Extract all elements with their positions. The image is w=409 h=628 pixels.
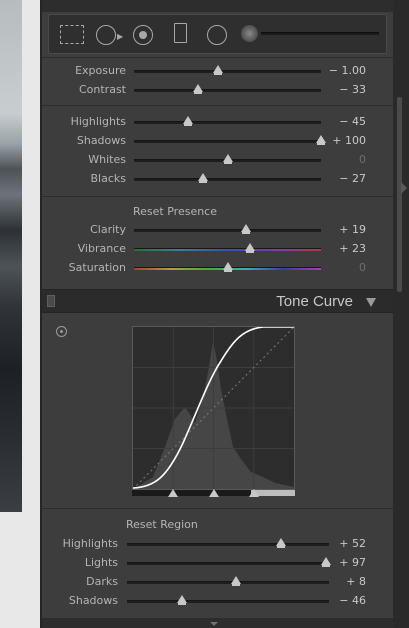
tone-curve-header[interactable]: Tone Curve bbox=[42, 289, 393, 313]
slider-row-vibrance: Vibrance + 23 bbox=[42, 240, 393, 258]
photo-border bbox=[22, 0, 40, 512]
red-eye-icon[interactable] bbox=[133, 25, 153, 45]
slider-label: Clarity bbox=[90, 223, 126, 236]
slider-track[interactable] bbox=[127, 543, 329, 546]
crop-overlay-icon[interactable] bbox=[60, 25, 84, 44]
slider-value[interactable]: + 100 bbox=[332, 134, 366, 147]
scrollbar-thumb[interactable] bbox=[397, 97, 402, 292]
slider-label: Shadows bbox=[76, 134, 126, 147]
slider-value[interactable]: + 23 bbox=[339, 242, 366, 255]
scroll-down-icon[interactable] bbox=[210, 622, 218, 626]
slider-track[interactable] bbox=[134, 89, 321, 92]
curve-svg bbox=[132, 326, 295, 490]
divider bbox=[42, 57, 393, 58]
slider-row-exposure: Exposure − 1.00 bbox=[42, 62, 393, 80]
slider-row-highlights: Highlights + 52 bbox=[42, 535, 393, 553]
slider-track[interactable] bbox=[134, 178, 321, 181]
slider-thumb[interactable] bbox=[222, 262, 233, 272]
slider-value[interactable]: + 19 bbox=[339, 223, 366, 236]
slider-thumb[interactable] bbox=[275, 538, 286, 548]
slider-row-blacks: Blacks − 27 bbox=[42, 170, 393, 188]
brush-size-slider[interactable] bbox=[261, 32, 379, 35]
slider-value[interactable]: − 1.00 bbox=[329, 64, 366, 77]
slider-label: Saturation bbox=[68, 261, 126, 274]
collapse-arrow-icon[interactable] bbox=[366, 298, 376, 307]
slider-thumb[interactable] bbox=[241, 224, 252, 234]
slider-row-saturation: Saturation 0 bbox=[42, 259, 393, 277]
slider-track[interactable] bbox=[127, 581, 329, 584]
develop-panel: ▶ Exposure − 1.00 Contrast − 33 Highlights −… bbox=[40, 0, 393, 628]
tone-curve-title: Tone Curve bbox=[276, 293, 353, 310]
slider-row-lights: Lights + 97 bbox=[42, 554, 393, 572]
slider-row-contrast: Contrast − 33 bbox=[42, 81, 393, 99]
panel-toggle-switch[interactable] bbox=[47, 295, 55, 307]
spot-removal-icon[interactable] bbox=[96, 25, 116, 45]
slider-value[interactable]: 0 bbox=[359, 153, 366, 166]
slider-value[interactable]: − 45 bbox=[339, 115, 366, 128]
slider-label: Darks bbox=[86, 575, 118, 588]
slider-label: Exposure bbox=[75, 64, 126, 77]
slider-thumb[interactable] bbox=[231, 576, 242, 586]
slider-value[interactable]: − 46 bbox=[339, 594, 366, 607]
slider-row-darks: Darks + 8 bbox=[42, 573, 393, 591]
slider-label: Lights bbox=[84, 556, 118, 569]
reset-region-label[interactable]: Reset Region bbox=[126, 518, 198, 531]
slider-thumb[interactable] bbox=[320, 557, 331, 567]
slider-value[interactable]: + 52 bbox=[339, 537, 366, 550]
slider-thumb[interactable] bbox=[183, 116, 194, 126]
slider-track[interactable] bbox=[127, 600, 329, 603]
slider-thumb[interactable] bbox=[176, 595, 187, 605]
slider-value[interactable]: + 8 bbox=[346, 575, 366, 588]
slider-row-whites: Whites 0 bbox=[42, 151, 393, 169]
slider-label: Highlights bbox=[62, 537, 118, 550]
slider-thumb[interactable] bbox=[244, 243, 255, 253]
split-point-thumb[interactable] bbox=[208, 489, 219, 497]
slider-row-shadows: Shadows − 46 bbox=[42, 592, 393, 610]
split-point-thumb[interactable] bbox=[249, 489, 260, 497]
slider-label: Shadows bbox=[68, 594, 118, 607]
graduated-filter-icon[interactable] bbox=[174, 23, 187, 43]
slider-track[interactable] bbox=[134, 248, 321, 251]
slider-track[interactable] bbox=[134, 140, 321, 143]
slider-row-shadows: Shadows + 100 bbox=[42, 132, 393, 150]
slider-thumb[interactable] bbox=[222, 154, 233, 164]
divider bbox=[42, 105, 393, 106]
arrow-right-icon: ▶ bbox=[117, 32, 124, 41]
panel-expand-arrow-icon[interactable] bbox=[401, 182, 407, 194]
slider-track[interactable] bbox=[127, 562, 329, 565]
slider-thumb[interactable] bbox=[198, 173, 209, 183]
slider-thumb[interactable] bbox=[213, 65, 224, 75]
slider-row-clarity: Clarity + 19 bbox=[42, 221, 393, 239]
reset-presence-label[interactable]: Reset Presence bbox=[133, 205, 217, 218]
slider-track[interactable] bbox=[134, 121, 321, 124]
radial-filter-icon[interactable] bbox=[207, 25, 227, 45]
slider-label: Highlights bbox=[70, 115, 126, 128]
photo-image bbox=[0, 0, 22, 512]
slider-track[interactable] bbox=[134, 70, 321, 73]
targeted-adjustment-icon[interactable] bbox=[56, 326, 67, 337]
panel-scrollbar[interactable] bbox=[393, 0, 409, 628]
slider-label: Blacks bbox=[90, 172, 127, 185]
slider-value[interactable]: − 33 bbox=[339, 83, 366, 96]
photo-border-bottom bbox=[0, 512, 40, 628]
divider bbox=[42, 196, 393, 197]
adjustment-brush-icon[interactable] bbox=[241, 25, 258, 42]
split-point-thumb[interactable] bbox=[167, 489, 178, 497]
photo-canvas bbox=[0, 0, 40, 628]
slider-label: Vibrance bbox=[77, 242, 126, 255]
slider-label: Whites bbox=[88, 153, 126, 166]
divider bbox=[42, 508, 393, 509]
panel-top-edge bbox=[42, 0, 393, 12]
slider-value[interactable]: 0 bbox=[359, 261, 366, 274]
slider-thumb[interactable] bbox=[316, 135, 326, 145]
tone-curve-graph[interactable] bbox=[132, 326, 295, 490]
slider-value[interactable]: − 27 bbox=[339, 172, 366, 185]
slider-track[interactable] bbox=[134, 229, 321, 232]
slider-value[interactable]: + 97 bbox=[339, 556, 366, 569]
slider-row-highlights: Highlights − 45 bbox=[42, 113, 393, 131]
slider-thumb[interactable] bbox=[192, 84, 203, 94]
slider-label: Contrast bbox=[78, 83, 126, 96]
tool-strip: ▶ bbox=[48, 14, 387, 54]
